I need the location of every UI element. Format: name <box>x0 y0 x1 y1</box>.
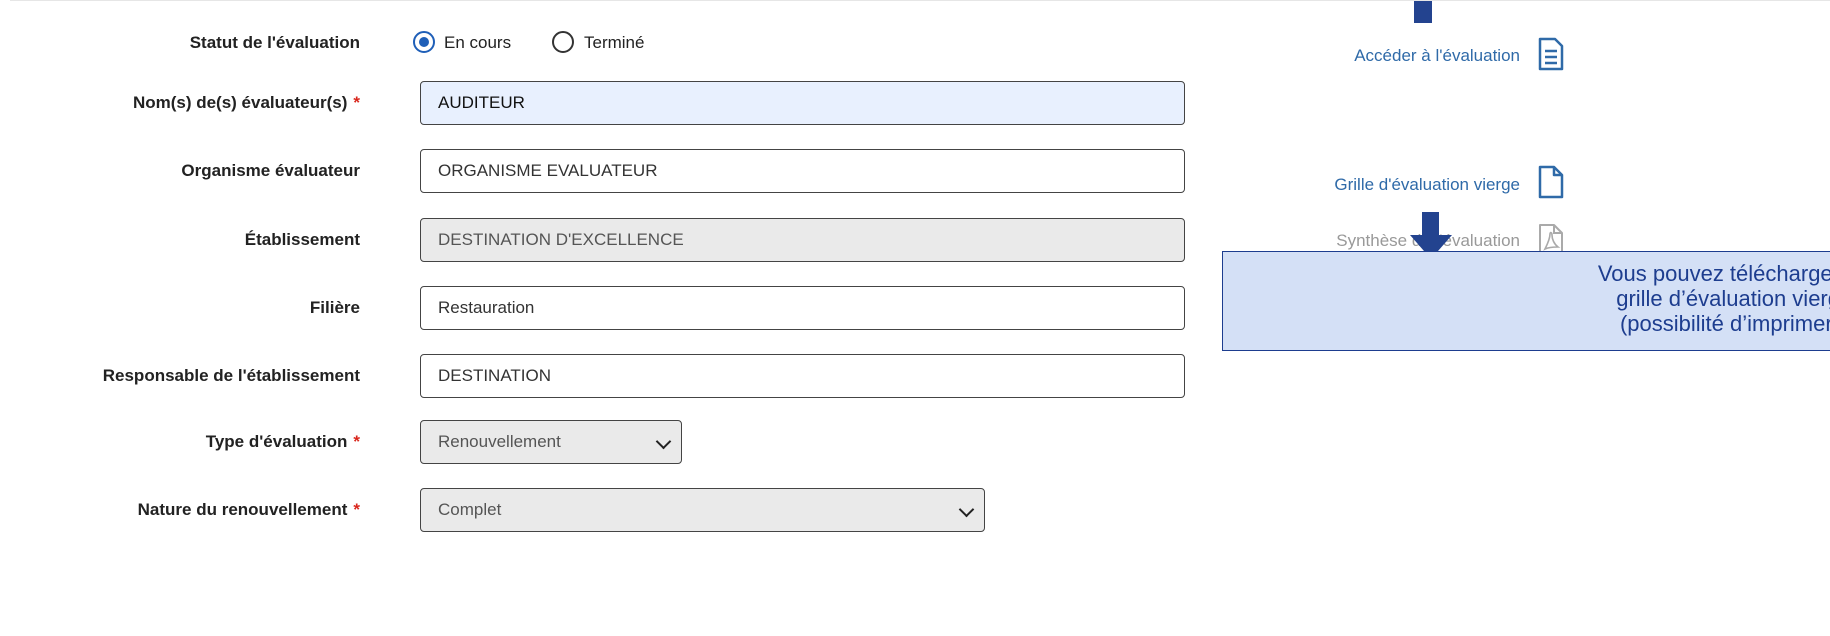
required-mark: * <box>353 93 360 112</box>
eval-type-label-text: Type d'évaluation <box>205 432 348 451</box>
sector-row: Filière Restauration <box>10 283 1210 333</box>
renewal-nature-label: Nature du renouvellement * <box>138 485 360 535</box>
annotation-callout: Vous pouvez télécharger grille d’évaluat… <box>1222 251 1830 351</box>
required-mark: * <box>353 432 360 451</box>
sector-label: Filière <box>309 298 360 317</box>
blank-grid-link[interactable]: Grille d'évaluation vierge <box>1334 175 1520 195</box>
eval-type-label: Type d'évaluation * <box>206 417 360 467</box>
chevron-down-icon <box>655 433 672 450</box>
renewal-nature-label-text: Nature du renouvellement <box>137 500 348 519</box>
organism-input[interactable]: ORGANISME EVALUATEUR <box>420 149 1185 193</box>
renewal-nature-row: Nature du renouvellement * Complet <box>10 485 1210 535</box>
sector-input[interactable]: Restauration <box>420 286 1185 330</box>
callout-line-3: (possibilité d’imprimer) <box>1619 311 1830 336</box>
evaluators-label: Nom(s) de(s) évaluateur(s) * <box>133 78 360 128</box>
renewal-nature-value: Complet <box>438 500 502 519</box>
establishment-label: Établissement <box>244 230 360 249</box>
evaluators-input[interactable]: AUDITEUR <box>420 81 1185 125</box>
chevron-down-icon <box>958 501 975 518</box>
callout-line-2: grille d’évaluation vierg <box>1616 286 1830 311</box>
status-row: Statut de l'évaluation En cours Terminé <box>10 18 1210 68</box>
blank-document-icon[interactable] <box>1537 165 1565 199</box>
eval-type-row: Type d'évaluation * Renouvellement <box>10 417 1210 467</box>
establishment-input: DESTINATION D'EXCELLENCE <box>420 218 1185 262</box>
manager-label: Responsable de l'établissement <box>102 366 360 385</box>
radio-en-cours-label[interactable]: En cours <box>444 18 511 68</box>
evaluators-label-text: Nom(s) de(s) évaluateur(s) <box>132 93 348 112</box>
callout-line-1: Vous pouvez télécharger <box>1597 261 1830 286</box>
radio-en-cours[interactable] <box>413 31 435 53</box>
renewal-nature-select[interactable]: Complet <box>420 488 985 532</box>
access-evaluation-link[interactable]: Accéder à l'évaluation <box>1354 46 1520 66</box>
annotation-arrow-top <box>1414 1 1432 23</box>
eval-type-value: Renouvellement <box>438 432 561 451</box>
required-mark: * <box>353 500 360 519</box>
organism-row: Organisme évaluateur ORGANISME EVALUATEU… <box>10 146 1210 196</box>
evaluators-row: Nom(s) de(s) évaluateur(s) * AUDITEUR <box>10 78 1210 128</box>
eval-type-select[interactable]: Renouvellement <box>420 420 682 464</box>
radio-termine-label[interactable]: Terminé <box>584 18 644 68</box>
manager-row: Responsable de l'établissement DESTINATI… <box>10 351 1210 401</box>
organism-label: Organisme évaluateur <box>181 161 360 180</box>
document-lines-icon[interactable] <box>1537 37 1565 71</box>
radio-termine[interactable] <box>552 31 574 53</box>
status-label: Statut de l'évaluation <box>189 33 360 52</box>
establishment-row: Établissement DESTINATION D'EXCELLENCE <box>10 215 1210 265</box>
manager-input[interactable]: DESTINATION <box>420 354 1185 398</box>
